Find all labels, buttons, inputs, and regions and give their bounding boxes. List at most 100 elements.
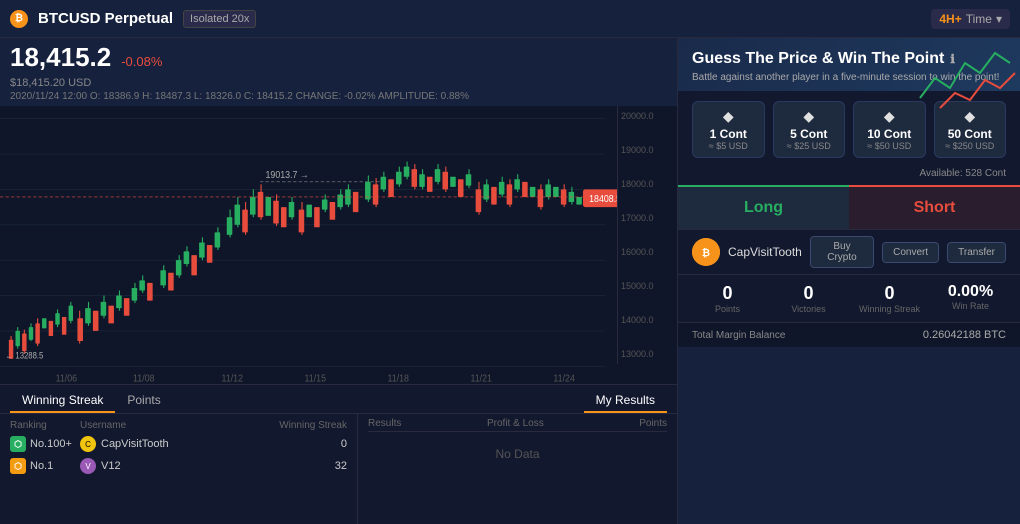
svg-text:← 13288.5: ← 13288.5 [6,350,44,361]
diamond-icon-2: ◆ [778,108,841,125]
chevron-down-icon: ▾ [996,12,1002,26]
long-short-row: Long Short [678,185,1020,229]
col-username: Username [80,420,257,431]
bet-amount-2: 5 Cont [778,127,841,141]
stats-row: 0 Points 0 Victories 0 Winning Streak 0.… [678,274,1020,322]
btc-icon: ₿ [10,10,28,28]
winrate-label: Win Rate [935,301,1006,311]
bottom-content: Ranking Username Winning Streak ⬡ No.100… [0,414,677,524]
available-cont: Available: 528 Cont [678,168,1020,185]
user-big-avatar: ₿ [692,238,720,266]
time-selector[interactable]: 4H+ Time ▾ [931,9,1010,29]
price-levels: 20000.0 19000.0 18000.0 17000.0 16000.0 … [617,106,677,364]
streak-value: 0 [854,283,925,304]
svg-text:₿: ₿ [702,247,710,259]
tab-my-results[interactable]: My Results [584,389,667,413]
lb-user-1: C CapVisitTooth [80,436,257,452]
username-2: V12 [101,460,121,472]
no-data-label: No Data [368,432,667,476]
user-avatar-2: V [80,458,96,474]
chart-panel: 18,415.2 -0.08% $18,415.20 USD 2020/11/2… [0,38,678,524]
leaderboard: Ranking Username Winning Streak ⬡ No.100… [0,414,357,524]
col-points: Points [607,418,667,429]
pair-title: BTCUSD Perpetual [38,10,173,27]
col-pnl: Profit & Loss [487,418,607,429]
bottom-panel: Winning Streak Points My Results Ranking… [0,384,677,524]
victories-value: 0 [773,283,844,304]
candlestick-chart: 19013.7 → [0,106,677,384]
convert-button[interactable]: Convert [882,242,939,263]
tab-points[interactable]: Points [115,389,172,413]
price-level: 17000.0 [621,213,674,223]
bet-amount-4: 50 Cont [939,127,1002,141]
stat-winrate: 0.00% Win Rate [935,283,1006,314]
price-level: 13000.0 [621,349,674,359]
user-avatar-1: C [80,436,96,452]
lb-row-1: ⬡ No.100+ C CapVisitTooth 0 [0,433,357,455]
buy-crypto-button[interactable]: Buy Crypto [810,236,874,268]
transfer-button[interactable]: Transfer [947,242,1006,263]
svg-text:11/06: 11/06 [56,373,77,384]
col-results: Results [368,418,487,429]
rank-icon-2: ⬡ [10,458,26,474]
svg-text:11/15: 11/15 [305,373,326,384]
svg-text:11/12: 11/12 [222,373,243,384]
my-results-header: Results Profit & Loss Points [368,418,667,432]
price-header: 18,415.2 -0.08% [0,38,677,77]
svg-text:11/21: 11/21 [470,373,491,384]
margin-label: Total Margin Balance [692,330,785,341]
points-label: Points [692,304,763,314]
price-info: 2020/11/24 12:00 O: 18386.9 H: 18487.3 L… [0,89,677,106]
username-label: CapVisitTooth [728,245,802,259]
lb-user-2: V V12 [80,458,257,474]
right-panel: Guess The Price & Win The Point ℹ Battle… [678,38,1020,524]
price-level: 16000.0 [621,247,674,257]
victories-label: Victories [773,304,844,314]
stat-streak: 0 Winning Streak [854,283,925,314]
bet-card-2[interactable]: ◆ 5 Cont ≈ $25 USD [773,101,846,158]
price-level: 18000.0 [621,179,674,189]
bet-usd-3: ≈ $50 USD [858,141,921,151]
my-results: Results Profit & Loss Points No Data [357,414,677,524]
price-level: 20000.0 [621,111,674,121]
stat-points: 0 Points [692,283,763,314]
header-bar: ₿ BTCUSD Perpetual Isolated 20x 4H+ Time… [0,0,1020,38]
user-row: ₿ CapVisitTooth Buy Crypto Convert Trans… [678,229,1020,274]
svg-text:11/24: 11/24 [553,373,574,384]
lb-rank-2: ⬡ No.1 [10,458,80,474]
lb-streak-1: 0 [257,438,347,450]
svg-text:19013.7 →: 19013.7 → [265,170,308,182]
isolated-badge: Isolated 20x [183,10,256,28]
bet-amount-1: 1 Cont [697,127,760,141]
winrate-value: 0.00% [935,283,1006,301]
long-button[interactable]: Long [678,185,849,229]
main-content: 18,415.2 -0.08% $18,415.20 USD 2020/11/2… [0,38,1020,524]
rank-label-2: No.1 [30,460,53,472]
lb-streak-2: 32 [257,460,347,472]
margin-row: Total Margin Balance 0.26042188 BTC [678,322,1020,347]
price-level: 14000.0 [621,315,674,325]
lb-header: Ranking Username Winning Streak [0,418,357,433]
rank-label-1: No.100+ [30,438,72,450]
lb-row-2: ⬡ No.1 V V12 32 [0,455,357,477]
price-level: 19000.0 [621,145,674,155]
stat-victories: 0 Victories [773,283,844,314]
svg-text:11/08: 11/08 [133,373,154,384]
tab-winning-streak[interactable]: Winning Streak [10,389,115,413]
svg-text:11/18: 11/18 [387,373,408,384]
price-sub: $18,415.20 USD [0,77,677,89]
streak-label: Winning Streak [854,304,925,314]
price-change: -0.08% [121,54,162,69]
col-ranking: Ranking [10,420,80,431]
game-header: Guess The Price & Win The Point ℹ Battle… [678,38,1020,91]
bet-amount-3: 10 Cont [858,127,921,141]
points-value: 0 [692,283,763,304]
chart-container: 19013.7 → [0,106,677,384]
bet-card-1[interactable]: ◆ 1 Cont ≈ $5 USD [692,101,765,158]
margin-value: 0.26042188 BTC [923,329,1006,341]
rank-icon-1: ⬡ [10,436,26,452]
short-button[interactable]: Short [849,185,1020,229]
diamond-icon-1: ◆ [697,108,760,125]
price-level: 15000.0 [621,281,674,291]
bet-usd-1: ≈ $5 USD [697,141,760,151]
